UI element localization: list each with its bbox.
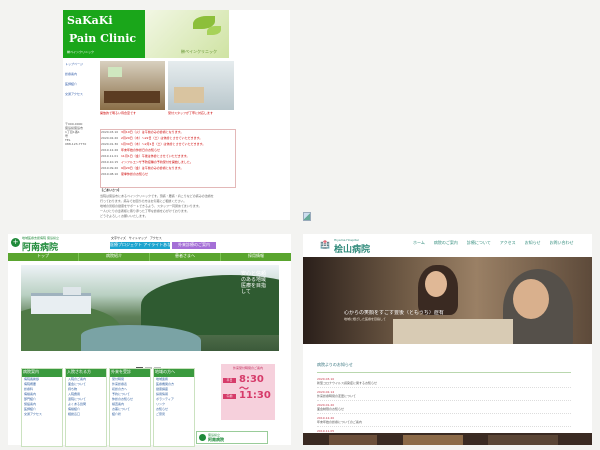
photo-caption: 開放的で明るい待合室です: [100, 111, 137, 115]
column-title[interactable]: 外来を受診: [110, 369, 150, 377]
logo-line1: SaKaKi: [67, 14, 113, 27]
nav-item[interactable]: 診療について: [467, 240, 491, 245]
news-text[interactable]: 年末年始の診療についてのご案内: [317, 420, 571, 424]
logo-main[interactable]: 桧山病院: [334, 242, 370, 255]
menu-column: 病院案内 病院長挨拶 病院概要 診療科 病棟案内 部門紹介 施設案内 医師紹介 …: [21, 368, 63, 447]
info-line: 088-123-7770: [65, 142, 87, 146]
nav-item[interactable]: 採用情報: [221, 253, 291, 261]
hospital-cross-icon: [199, 434, 206, 441]
header-links[interactable]: 文字サイズ サイトマップ アクセス: [111, 236, 162, 240]
logo-main[interactable]: 阿南病院: [22, 240, 58, 253]
project-badge[interactable]: 医療プロジェクト アイライトあなん: [110, 242, 170, 249]
hospital-building: [31, 293, 91, 314]
elder-face: [513, 279, 549, 319]
outpatient-badge[interactable]: 外来診療のご案内: [172, 242, 216, 249]
sakaki-logo[interactable]: SaKaKi Pain Clinic 榊ペインクリニック: [63, 10, 145, 58]
sakaki-pain-clinic-screenshot: SaKaKi Pain Clinic 榊ペインクリニック 榊ペインクリニック ト…: [63, 10, 290, 220]
news-item[interactable]: 2020.01.20 面会制限のお知らせ: [317, 403, 571, 414]
sidebar-item[interactable]: 交通アクセス: [65, 92, 95, 96]
column-item[interactable]: 相談窓口: [66, 412, 106, 417]
column-item[interactable]: ご意見: [154, 412, 194, 417]
about-line: 一人ひとりの患者様に寄り添った丁寧な診療を心がけております。: [100, 209, 190, 213]
news-list: 2020.03.10 3月10日（火）は午前のみの診療となります。 2020.02…: [100, 129, 236, 188]
hiyama-hospital-screenshot: 🏥 Hiyama Hospital 桧山病院 ホーム 病院のご案内 診療について…: [303, 234, 592, 445]
news-text[interactable]: 面会制限のお知らせ: [317, 407, 571, 411]
about-line: どうぞよろしくお願いいたします。: [100, 214, 148, 218]
sidebar-item[interactable]: 医師紹介: [65, 82, 95, 86]
hero-image: 心からの笑顔をすごす豊後（ともうち）症有 地域に根ざした医療を目指して: [303, 257, 592, 344]
footer-logo[interactable]: 徳島県立 阿南病院: [196, 431, 268, 444]
about-line: 当院は徳島市にあるペインクリニックです。頭痛・腰痛・肩こりなどの痛みの治療を: [100, 194, 214, 198]
reception-photo: [168, 61, 234, 110]
hours-title: 外来受付時間のご案内: [232, 366, 263, 370]
column-title[interactable]: 地域の方へ: [154, 369, 194, 377]
news-item[interactable]: 2019.12.20 年末年始の診療についてのご案内: [317, 416, 571, 427]
nav-item[interactable]: お問い合わせ: [550, 240, 574, 245]
news-heading: 病院よりのお知らせ: [317, 362, 353, 367]
header-banner: 榊ペインクリニック: [145, 10, 229, 58]
header-title-jp: 榊ペインクリニック: [181, 49, 217, 54]
side-nav: トップページ 診療案内 医師紹介 交通アクセス: [65, 62, 95, 102]
building-tower: [63, 287, 81, 295]
sidebar-item[interactable]: 診療案内: [65, 72, 95, 76]
nav-item[interactable]: トップ: [8, 253, 79, 261]
hospital-cross-icon: +: [11, 238, 20, 247]
desk: [174, 87, 204, 103]
thumbnail: [403, 435, 463, 445]
logo-sub: 榊ペインクリニック: [67, 50, 95, 54]
hours-label: 平日: [223, 378, 236, 383]
nav-item[interactable]: お知らせ: [525, 240, 541, 245]
menu-column: 外来を受診 受付時間 外来診療表 初診の方へ 予約について 休診のお知らせ 検査…: [109, 368, 151, 447]
news-text: 夏季休診のお知らせ: [121, 172, 148, 176]
waiting-room-photo: [100, 61, 165, 110]
main-nav: ホーム 病院のご案内 診療について アクセス お知らせ お問い合わせ: [413, 240, 583, 245]
menu-column: 入院される方 入院のご案内 面会について 持ち物 入院費用 退院について よくあ…: [65, 368, 107, 447]
nurse-face: [425, 271, 447, 297]
anan-hospital-screenshot: + 地域医療支援病院 徳島県立 阿南病院 文字サイズ サイトマップ アクセス 医…: [8, 234, 291, 447]
nav-item[interactable]: 患者さまへ: [150, 253, 221, 261]
thumbnail: [488, 435, 558, 445]
hours-value: 11:30: [239, 390, 271, 401]
window: [108, 67, 122, 77]
divider: [317, 372, 571, 373]
leaf-icon: [207, 26, 221, 35]
table: [393, 319, 513, 344]
main-nav: トップ 病院紹介 患者さまへ 採用情報: [8, 253, 291, 261]
hero-tagline: 安心と信頼のある地域医療を目指して: [241, 271, 267, 295]
hospital-building-icon: 🏥: [320, 240, 330, 249]
about-line: 地域の皆様の健康をサポートできるよう、スタッフ一同努めてまいります。: [100, 204, 202, 208]
column-item[interactable]: 交通アクセス: [22, 412, 62, 417]
side-contact-info: 〒000-0000 徳島県徳島市 1丁目1番1 号 TEL 088-123-77…: [65, 122, 95, 146]
hero-subtitle: 地域に根ざした医療を目指して: [344, 317, 386, 321]
thumbnail: [329, 435, 377, 445]
menu-column: 地域の方へ 地域連携 医療機関の方 健康講座 採用情報 ボランティア リンク お…: [153, 368, 195, 447]
nav-item[interactable]: アクセス: [500, 240, 516, 245]
photo-caption: 受付スタッフが丁寧に対応します: [168, 111, 214, 115]
column-title[interactable]: 病院案内: [22, 369, 62, 377]
footer-main: 阿南病院: [208, 437, 224, 442]
news-section: 病院よりのお知らせ 2020.03.10 新型コロナウイルス感染症に関するお知らせ…: [317, 362, 571, 442]
news-text[interactable]: 新型コロナウイルス感染症に関するお知らせ: [317, 381, 571, 385]
about-heading: 【ごあいさつ】: [100, 188, 122, 192]
hours-label: 午前: [223, 394, 236, 399]
chairs: [104, 91, 160, 103]
news-text[interactable]: 外来診療時間の変更について: [317, 394, 571, 398]
hero-image: 安心と信頼のある地域医療を目指して: [21, 265, 279, 351]
logo-line2: Pain Clinic: [69, 32, 137, 45]
nav-item[interactable]: ホーム: [413, 240, 425, 245]
about-line: 行っております。痛みでお困りの方はお気軽にご相談ください。: [100, 199, 187, 203]
news-date: 2019.08.10: [101, 172, 119, 176]
column-item[interactable]: 紹介状: [110, 412, 150, 417]
news-item[interactable]: 2020.03.10 新型コロナウイルス感染症に関するお知らせ: [317, 377, 571, 388]
nav-item[interactable]: 病院のご案内: [434, 240, 458, 245]
column-title[interactable]: 入院される方: [66, 369, 106, 377]
outpatient-hours-box: 外来受付時間のご案内 平日 8:30 〜 午前 11:30: [221, 364, 275, 420]
nav-item[interactable]: 病院紹介: [79, 253, 150, 261]
news-item[interactable]: 2020.02.14 外来診療時間の変更について: [317, 390, 571, 401]
broken-image-icon: [303, 212, 311, 221]
news-row[interactable]: 2019.08.10 夏季休診のお知らせ: [101, 172, 235, 178]
hero-title: 心からの笑顔をすごす豊後（ともうち）症有: [344, 310, 444, 316]
sidebar-item[interactable]: トップページ: [65, 62, 95, 66]
